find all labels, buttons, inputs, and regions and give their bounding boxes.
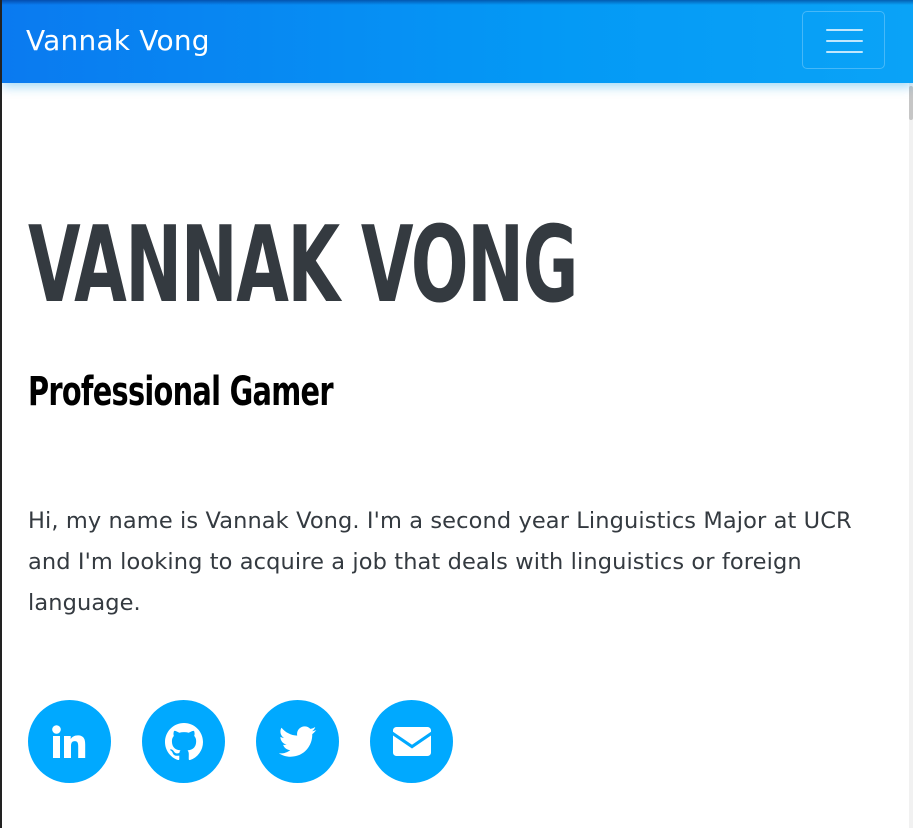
hero-bio: Hi, my name is Vannak Vong. I'm a second… [28, 508, 852, 616]
twitter-icon [278, 725, 317, 758]
social-links [28, 700, 453, 783]
navbar-brand[interactable]: Vannak Vong [26, 22, 210, 60]
linkedin-link[interactable] [28, 700, 111, 783]
linkedin-icon [51, 724, 88, 759]
hero-name: VANNAK VONG [28, 204, 578, 326]
email-link[interactable] [370, 700, 453, 783]
github-icon [164, 722, 203, 761]
navbar: Vannak Vong [2, 0, 913, 83]
page: Vannak Vong VANNAK VONG Professional Gam… [0, 0, 913, 828]
github-link[interactable] [142, 700, 225, 783]
scrollbar-thumb[interactable] [909, 86, 913, 120]
twitter-link[interactable] [256, 700, 339, 783]
navbar-toggler-button[interactable] [802, 11, 885, 69]
scrollbar-track[interactable] [909, 83, 913, 828]
envelope-icon [392, 727, 431, 756]
hero-subtitle: Professional Gamer [28, 369, 334, 415]
